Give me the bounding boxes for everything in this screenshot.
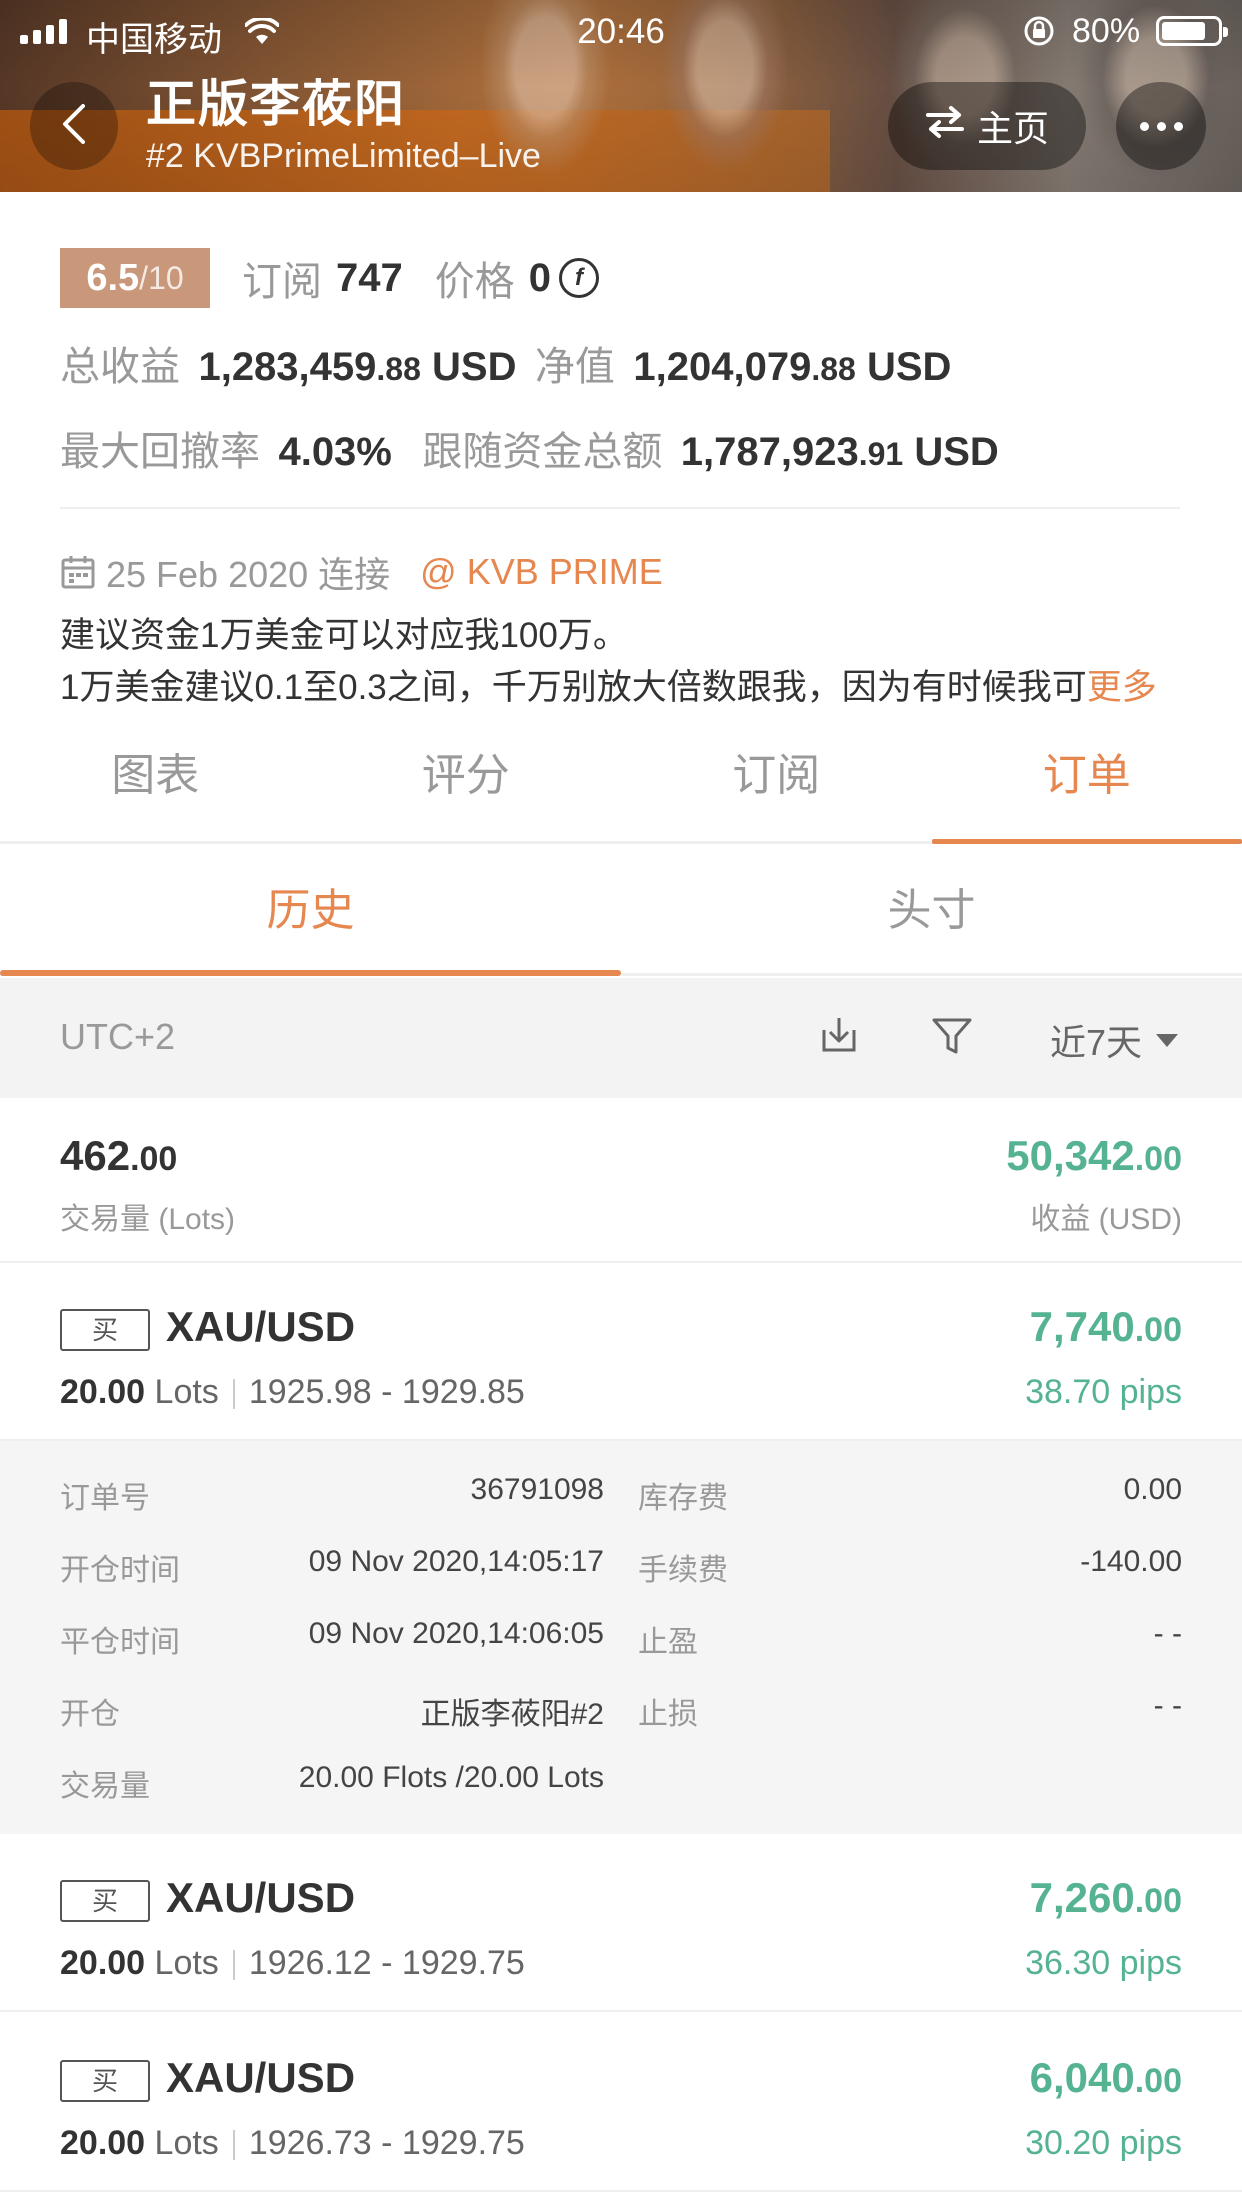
take-profit-value: - - xyxy=(1153,1617,1182,1650)
total-volume: 462.00 xyxy=(60,1132,178,1179)
filter-icon[interactable] xyxy=(930,1014,974,1063)
subscribe-label: 订阅 xyxy=(242,260,322,304)
buy-badge: 买 xyxy=(60,1880,150,1922)
open-time: 09 Nov 2020,14:05:17 xyxy=(308,1545,604,1578)
order-row[interactable]: 买 XAU/USD 20.00 Lots 1926.12 - 1929.75 7,… xyxy=(0,1834,1242,2012)
order-pips: 30.20 pips xyxy=(1025,2124,1182,2162)
home-button-label: 主页 xyxy=(976,108,1049,149)
order-symbol: XAU/USD xyxy=(166,2054,356,2101)
divider xyxy=(60,507,1180,509)
detail-label: 订单号 xyxy=(60,1482,150,1515)
stats-row-drawdown: 最大回撤率 4.03% 跟随资金总额 1,787,923.91 USD xyxy=(60,419,999,477)
status-bar: 中国移动 20:46 80% xyxy=(0,0,1242,62)
filter-bar: UTC+2 近7天 xyxy=(0,978,1242,1098)
order-row[interactable]: 买 XAU/USD 20.00 Lots 1925.98 - 1929.85 7,… xyxy=(0,1263,1242,1441)
coin-icon: f xyxy=(559,258,599,298)
price-label: 价格 xyxy=(434,260,515,304)
order-subtabs: 历史 头寸 xyxy=(0,846,1242,976)
drawdown-label: 最大回撤率 xyxy=(60,430,260,474)
detail-label: 交易量 xyxy=(60,1770,150,1803)
main-tabs: 图表 评分 订阅 订单 xyxy=(0,726,1242,844)
detail-label: 手续费 xyxy=(638,1554,728,1587)
more-link[interactable]: 更多 xyxy=(1087,668,1157,707)
calendar-icon xyxy=(60,554,96,590)
tab-chart[interactable]: 图表 xyxy=(0,726,311,841)
detail-label: 平仓时间 xyxy=(60,1626,180,1659)
order-volume: 20.00 Flots /20.00 Lots xyxy=(298,1761,604,1794)
detail-label: 库存费 xyxy=(638,1482,728,1515)
tab-history[interactable]: 历史 xyxy=(0,846,621,976)
price-value: 0 xyxy=(528,255,551,300)
follow-funds-label: 跟随资金总额 xyxy=(422,430,663,474)
broker-link[interactable]: @ KVB PRIME xyxy=(420,551,663,593)
tab-positions[interactable]: 头寸 xyxy=(621,846,1242,973)
follow-funds-value: 1,787,923.91 USD xyxy=(680,430,999,474)
detail-label: 止盈 xyxy=(638,1626,698,1659)
timezone-label: UTC+2 xyxy=(60,1016,176,1057)
net-value: 1,204,079.88 USD xyxy=(633,345,952,389)
order-pips: 36.30 pips xyxy=(1025,1944,1182,1982)
tab-rating[interactable]: 评分 xyxy=(311,726,622,841)
battery-icon xyxy=(1156,16,1228,46)
detail-label: 止损 xyxy=(638,1698,698,1731)
order-meta: 20.00 Lots 1926.73 - 1929.75 xyxy=(60,2124,525,2162)
battery-percent: 80% xyxy=(1072,12,1141,50)
header: 中国移动 20:46 80% 正版李莜阳 #2 KVBPrimeLimited–… xyxy=(0,0,1242,192)
order-number: 36791098 xyxy=(470,1473,604,1506)
buy-badge: 买 xyxy=(60,2060,150,2102)
period-select[interactable]: 近7天 xyxy=(1050,1014,1179,1066)
swap-value: 0.00 xyxy=(1123,1473,1182,1506)
orders-summary: 462.00 交易量 (Lots) 50,342.00 收益 (USD) xyxy=(0,1098,1242,1263)
home-button[interactable]: 主页 xyxy=(888,82,1086,170)
detail-label: 开仓时间 xyxy=(60,1554,180,1587)
stop-loss-value: - - xyxy=(1153,1689,1182,1722)
more-button[interactable] xyxy=(1116,82,1206,170)
more-icon xyxy=(1139,121,1183,131)
order-meta: 20.00 Lots 1925.98 - 1929.85 xyxy=(60,1373,525,1411)
account-subtitle: #2 KVBPrimeLimited–Live xyxy=(146,137,541,175)
order-profit: 6,040.00 xyxy=(1029,2054,1182,2101)
rotation-lock-icon xyxy=(1022,14,1056,57)
swap-icon xyxy=(925,105,965,148)
connect-date: 25 Feb 2020 连接 xyxy=(106,554,391,595)
order-profit: 7,260.00 xyxy=(1029,1874,1182,1921)
page-title: 正版李莜阳 xyxy=(146,76,406,132)
net-value-label: 净值 xyxy=(534,345,615,389)
tab-orders[interactable]: 订单 xyxy=(931,726,1242,844)
download-icon[interactable] xyxy=(818,1014,860,1061)
total-profit: 50,342.00 xyxy=(1006,1132,1182,1179)
subscribe-count: 747 xyxy=(336,255,403,300)
drawdown-value: 4.03% xyxy=(278,430,392,474)
order-row[interactable]: 买 XAU/USD 20.00 Lots 1926.73 - 1929.75 6,… xyxy=(0,2014,1242,2192)
order-detail: 订单号 36791098 库存费 0.00 开仓时间 09 Nov 2020,1… xyxy=(0,1441,1242,1834)
close-time: 09 Nov 2020,14:06:05 xyxy=(308,1617,604,1650)
back-button[interactable] xyxy=(30,82,118,170)
order-meta: 20.00 Lots 1926.12 - 1929.75 xyxy=(60,1944,525,1982)
stats-row-score: 6.5/10 订阅 747 价格 0 f xyxy=(60,248,599,308)
detail-label: 开仓 xyxy=(60,1698,120,1731)
total-profit-label: 总收益 xyxy=(60,345,180,389)
period-label: 近7天 xyxy=(1050,1022,1143,1063)
stats-row-profit: 总收益 1,283,459.88 USD 净值 1,204,079.88 USD xyxy=(60,334,951,392)
order-symbol: XAU/USD xyxy=(166,1874,356,1921)
chevron-left-icon xyxy=(59,102,89,151)
order-profit: 7,740.00 xyxy=(1029,1303,1182,1350)
total-profit-value: 1,283,459.88 USD xyxy=(198,345,517,389)
buy-badge: 买 xyxy=(60,1309,150,1351)
opened-by: 正版李莜阳#2 xyxy=(420,1698,604,1731)
trader-description: 建议资金1万美金可以对应我100万。 1万美金建议0.1至0.3之间，千万别放大… xyxy=(60,616,1157,707)
score-badge: 6.5/10 xyxy=(60,248,210,308)
order-symbol: XAU/USD xyxy=(166,1303,356,1350)
connect-info: 25 Feb 2020 连接 @ KVB PRIME xyxy=(60,546,663,598)
caret-down-icon xyxy=(1156,1033,1179,1047)
order-pips: 38.70 pips xyxy=(1025,1373,1182,1411)
total-profit-label: 收益 (USD) xyxy=(1030,1203,1182,1236)
fee-value: -140.00 xyxy=(1080,1545,1182,1578)
tab-subscribe[interactable]: 订阅 xyxy=(621,726,932,841)
total-volume-label: 交易量 (Lots) xyxy=(60,1203,236,1236)
